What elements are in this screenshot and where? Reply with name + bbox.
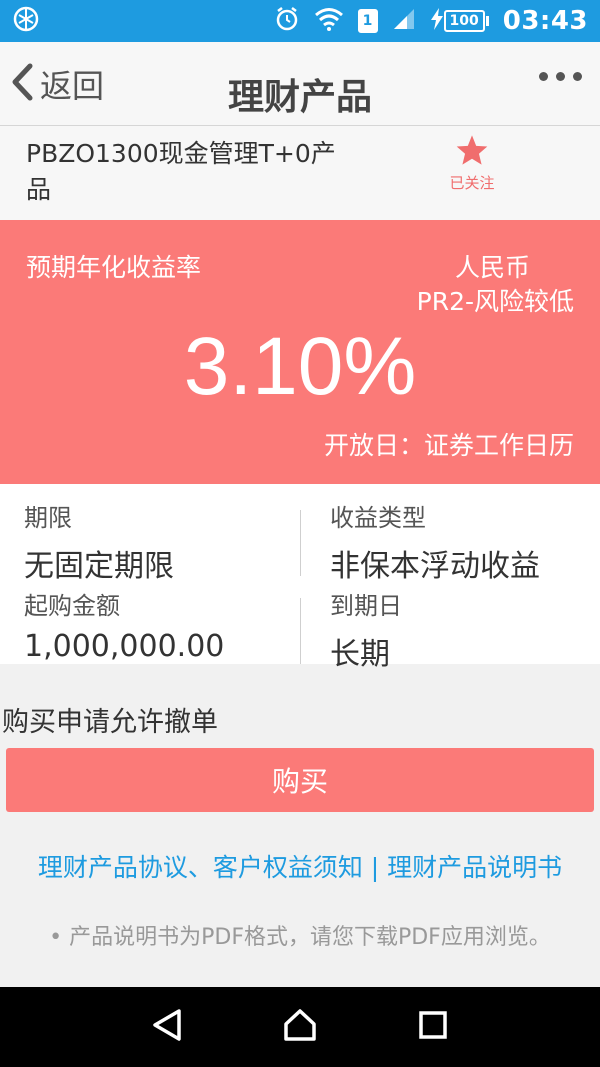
status-bar: 1 100 03:43 bbox=[0, 0, 600, 42]
follow-label: 已关注 bbox=[449, 174, 495, 192]
more-options-button[interactable] bbox=[539, 72, 582, 81]
income-type-value: 非保本浮动收益 bbox=[330, 549, 540, 584]
product-details: 期限 无固定期限 收益类型 非保本浮动收益 起购金额 1,000,000.00 … bbox=[0, 484, 600, 672]
term-value: 无固定期限 bbox=[24, 549, 174, 584]
maturity-cell: 到期日 长期 bbox=[330, 586, 402, 673]
system-nav-bar bbox=[0, 987, 600, 1067]
buy-button[interactable]: 购买 bbox=[6, 748, 594, 812]
product-name: PBZO1300现金管理T+0产品 bbox=[26, 139, 336, 204]
min-amount-label: 起购金额 bbox=[24, 592, 120, 620]
income-type-cell: 收益类型 非保本浮动收益 bbox=[330, 498, 540, 585]
triangle-back-icon bbox=[151, 1008, 183, 1046]
prospectus-link[interactable]: 理财产品说明书 bbox=[387, 853, 562, 882]
open-day-label: 开放日：证券工作日历 bbox=[323, 431, 574, 460]
yield-rate-value: 3.10% bbox=[183, 321, 417, 412]
system-home-button[interactable] bbox=[270, 997, 330, 1057]
document-links: 理财产品协议、客户权益须知 | 理财产品说明书 bbox=[30, 850, 570, 885]
product-header: PBZO1300现金管理T+0产品 已关注 bbox=[0, 126, 600, 220]
maturity-value: 长期 bbox=[330, 637, 390, 672]
app-notification-icon bbox=[12, 5, 40, 37]
cancel-allowed-note: 购买申请允许撤单 bbox=[2, 707, 218, 738]
pdf-format-note: • 产品说明书为PDF格式，请您下载PDF应用浏览。 bbox=[49, 925, 551, 950]
min-amount-cell: 起购金额 1,000,000.00 bbox=[24, 586, 224, 664]
currency-label: 人民币 bbox=[454, 253, 530, 282]
maturity-label: 到期日 bbox=[330, 592, 402, 620]
battery-indicator: 100 bbox=[430, 8, 489, 34]
nav-bar: 返回 理财产品 bbox=[0, 42, 600, 126]
term-cell: 期限 无固定期限 bbox=[24, 498, 174, 585]
sim-slot-badge: 1 bbox=[357, 9, 378, 33]
risk-level-label: PR2-风险较低 bbox=[416, 287, 574, 316]
column-divider bbox=[300, 598, 301, 664]
home-icon bbox=[282, 1008, 318, 1046]
square-recents-icon bbox=[418, 1010, 448, 1044]
system-recents-button[interactable] bbox=[403, 997, 463, 1057]
system-back-button[interactable] bbox=[137, 997, 197, 1057]
column-divider bbox=[300, 510, 301, 576]
more-dot-icon bbox=[556, 72, 565, 81]
battery-level: 100 bbox=[443, 10, 485, 32]
term-label: 期限 bbox=[24, 504, 72, 532]
income-type-label: 收益类型 bbox=[330, 504, 426, 532]
charging-icon bbox=[430, 8, 444, 34]
page-title: 理财产品 bbox=[227, 77, 372, 118]
link-separator: | bbox=[362, 853, 388, 882]
alarm-icon bbox=[274, 6, 300, 36]
agreement-link[interactable]: 理财产品协议、客户权益须知 bbox=[38, 853, 363, 882]
follow-toggle[interactable]: 已关注 bbox=[430, 134, 514, 193]
status-time: 03:43 bbox=[502, 6, 588, 36]
yield-card: 预期年化收益率 人民币 PR2-风险较低 3.10% 开放日：证券工作日历 bbox=[0, 220, 600, 484]
wifi-icon bbox=[314, 7, 344, 35]
more-dot-icon bbox=[539, 72, 548, 81]
min-amount-value: 1,000,000.00 bbox=[24, 629, 225, 664]
star-icon bbox=[455, 135, 489, 170]
expected-yield-label: 预期年化收益率 bbox=[26, 253, 202, 282]
status-right: 1 100 03:43 bbox=[274, 6, 589, 36]
signal-icon bbox=[392, 7, 416, 35]
status-left bbox=[12, 5, 40, 37]
more-dot-icon bbox=[573, 72, 582, 81]
battery-tip bbox=[485, 16, 489, 26]
